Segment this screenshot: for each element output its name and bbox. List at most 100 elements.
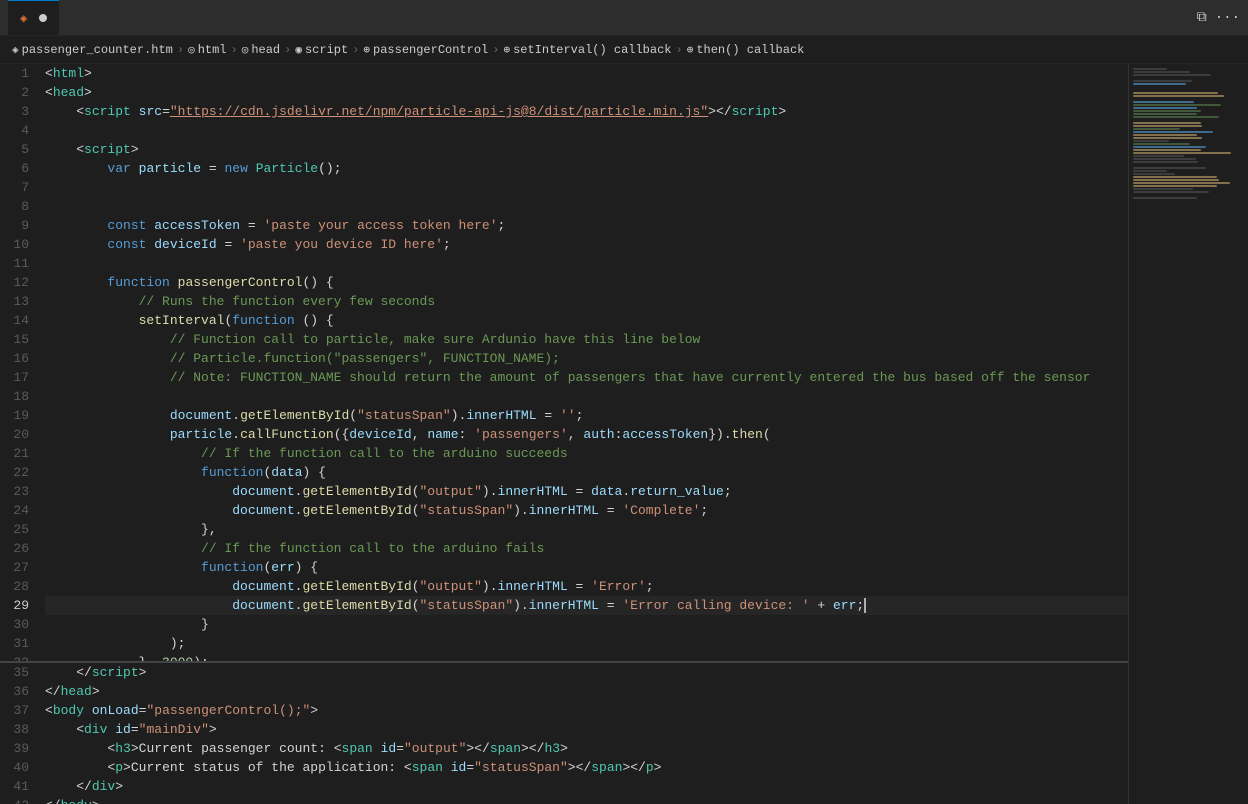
html-bc-icon: ◎ — [188, 43, 195, 57]
line-content: const accessToken = 'paste your access t… — [45, 216, 1248, 235]
minimap-line — [1133, 182, 1230, 184]
minimap-line — [1133, 197, 1197, 199]
line-number: 14 — [0, 311, 45, 330]
breadcrumb-sep-2: › — [231, 43, 238, 57]
script-bc-icon: ◉ — [295, 43, 302, 57]
split-editor-icon[interactable]: ⧉ — [1197, 10, 1207, 26]
line-content: <script src="https://cdn.jsdelivr.net/np… — [45, 102, 1248, 121]
minimap-line — [1133, 104, 1221, 106]
line-content: <h3>Current passenger count: <span id="o… — [45, 739, 1248, 758]
breadcrumb-item-passengercontrol[interactable]: ⊕ passengerControl — [363, 43, 488, 57]
code-line: 38 <div id="mainDiv"> — [0, 720, 1248, 739]
breadcrumb-item-html[interactable]: ◎ html — [188, 43, 226, 57]
code-line: 39 <h3>Current passenger count: <span id… — [0, 739, 1248, 758]
line-number: 20 — [0, 425, 45, 444]
line-content: </head> — [45, 682, 1248, 701]
code-line: 9 const accessToken = 'paste your access… — [0, 216, 1248, 235]
line-content: }, — [45, 520, 1248, 539]
line-content: // Note: FUNCTION_NAME should return the… — [45, 368, 1248, 387]
minimap-line — [1133, 95, 1224, 97]
breadcrumb-item-head[interactable]: ◎ head — [242, 43, 280, 57]
code-line: 35 </script> — [0, 663, 1248, 682]
file-bc-icon: ◈ — [12, 43, 19, 57]
minimap-line — [1133, 74, 1211, 76]
minimap-line — [1133, 110, 1201, 112]
line-content: <html> — [45, 64, 1248, 83]
breadcrumb-item-setinterval[interactable]: ⊕ setInterval() callback — [503, 43, 671, 57]
line-content — [45, 254, 1248, 273]
code-line: 16 // Particle.function("passengers", FU… — [0, 349, 1248, 368]
tab-modified-dot — [39, 14, 47, 22]
code-line: 11 — [0, 254, 1248, 273]
minimap-line — [1133, 122, 1201, 124]
code-line: 14 setInterval(function () { — [0, 311, 1248, 330]
code-line: 24 document.getElementById("statusSpan")… — [0, 501, 1248, 520]
line-content: particle.callFunction({deviceId, name: '… — [45, 425, 1248, 444]
line-number: 36 — [0, 682, 45, 701]
line-number: 26 — [0, 539, 45, 558]
line-content — [45, 121, 1248, 140]
code-line: 3 <script src="https://cdn.jsdelivr.net/… — [0, 102, 1248, 121]
editor-tab[interactable]: ◈ — [8, 0, 59, 35]
breadcrumb-setinterval-label: setInterval() callback — [513, 43, 671, 57]
code-line: 10 const deviceId = 'paste you device ID… — [0, 235, 1248, 254]
line-content: function passengerControl() { — [45, 273, 1248, 292]
line-content: function(data) { — [45, 463, 1248, 482]
more-actions-icon[interactable]: ··· — [1215, 10, 1240, 26]
code-line: 31 ); — [0, 634, 1248, 653]
line-number: 38 — [0, 720, 45, 739]
code-line: 17 // Note: FUNCTION_NAME should return … — [0, 368, 1248, 387]
breadcrumb-item-file[interactable]: ◈ passenger_counter.htm — [12, 43, 173, 57]
code-line: 30 } — [0, 615, 1248, 634]
minimap-line — [1133, 131, 1213, 133]
code-line: 37<body onLoad="passengerControl();"> — [0, 701, 1248, 720]
then-bc-icon: ⊕ — [687, 43, 694, 57]
code-line: 19 document.getElementById("statusSpan")… — [0, 406, 1248, 425]
minimap-line — [1133, 188, 1193, 190]
line-number: 16 — [0, 349, 45, 368]
code-area[interactable]: 1<html>2<head>3 <script src="https://cdn… — [0, 64, 1248, 804]
line-number: 5 — [0, 140, 45, 159]
code-line: 8 — [0, 197, 1248, 216]
line-number: 9 — [0, 216, 45, 235]
line-number: 8 — [0, 197, 45, 216]
code-line: 7 — [0, 178, 1248, 197]
minimap-content — [1129, 64, 1248, 207]
breadcrumb-head-label: head — [251, 43, 280, 57]
line-number: 3 — [0, 102, 45, 121]
line-content: // Runs the function every few seconds — [45, 292, 1248, 311]
code-bottom-section: 35 </script>36</head>37<body onLoad="pas… — [0, 661, 1248, 804]
minimap-line — [1133, 125, 1202, 127]
minimap-line — [1133, 143, 1190, 145]
minimap-line — [1133, 92, 1218, 94]
line-number: 18 — [0, 387, 45, 406]
line-content: document.getElementById("statusSpan").in… — [45, 501, 1248, 520]
line-content: function(err) { — [45, 558, 1248, 577]
line-number: 6 — [0, 159, 45, 178]
line-content: <body onLoad="passengerControl();"> — [45, 701, 1248, 720]
minimap-line — [1133, 191, 1209, 193]
minimap-line — [1133, 170, 1167, 172]
minimap-line — [1133, 134, 1197, 136]
line-number: 29 — [0, 596, 45, 615]
code-line: 2<head> — [0, 83, 1248, 102]
line-number: 17 — [0, 368, 45, 387]
code-line: 13 // Runs the function every few second… — [0, 292, 1248, 311]
line-content: <p>Current status of the application: <s… — [45, 758, 1248, 777]
minimap-line — [1133, 128, 1180, 130]
head-bc-icon: ◎ — [242, 43, 249, 57]
breadcrumb-html-label: html — [198, 43, 227, 57]
file-icon: ◈ — [20, 11, 27, 26]
line-content — [45, 197, 1248, 216]
line-number: 39 — [0, 739, 45, 758]
code-line: 4 — [0, 121, 1248, 140]
code-line: 5 <script> — [0, 140, 1248, 159]
breadcrumb-sep-1: › — [177, 43, 184, 57]
breadcrumb-item-script[interactable]: ◉ script — [295, 43, 348, 57]
code-line: 41 </div> — [0, 777, 1248, 796]
line-content: ); — [45, 634, 1248, 653]
code-line: 21 // If the function call to the arduin… — [0, 444, 1248, 463]
breadcrumb-item-then[interactable]: ⊕ then() callback — [687, 43, 805, 57]
code-line: 25 }, — [0, 520, 1248, 539]
line-number: 32 — [0, 653, 45, 661]
